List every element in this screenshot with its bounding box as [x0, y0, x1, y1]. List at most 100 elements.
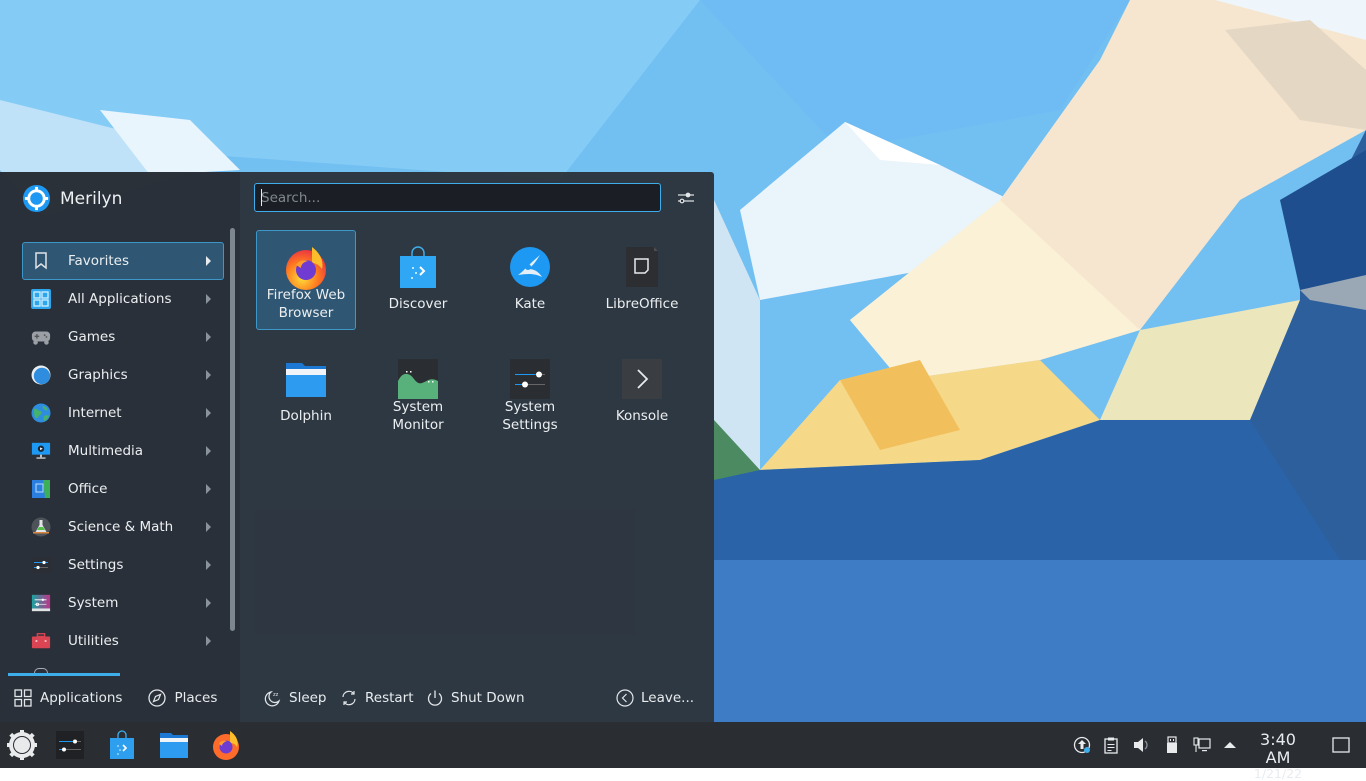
office-icon: [31, 479, 51, 499]
category-science-math[interactable]: Science & Math: [22, 508, 224, 546]
dolphin-folder-icon: [286, 363, 326, 397]
category-graphics[interactable]: Graphics: [22, 356, 224, 394]
show-desktop-icon[interactable]: [1331, 735, 1351, 755]
app-label: Dolphin: [280, 408, 332, 424]
clipboard-icon[interactable]: [1102, 736, 1120, 754]
active-tab-indicator: [8, 673, 120, 676]
launcher-tab-bar: Applications Places: [0, 678, 240, 718]
restart-icon: [342, 690, 356, 706]
category-utilities[interactable]: Utilities: [22, 622, 224, 660]
removable-device-icon[interactable]: [1163, 736, 1181, 754]
category-label: Favorites: [68, 253, 129, 269]
app-label: Kate: [514, 296, 546, 312]
kate-icon: [510, 247, 550, 287]
chevron-right-icon: [206, 484, 211, 494]
category-label: Multimedia: [68, 443, 144, 459]
restart-label: Restart: [365, 690, 414, 706]
user-name: Merilyn: [60, 188, 123, 209]
configure-filter-icon[interactable]: [676, 188, 696, 208]
sleep-button[interactable]: zz Sleep: [264, 678, 327, 718]
tab-places[interactable]: Places: [148, 689, 217, 707]
taskbar-discover-icon[interactable]: [106, 729, 138, 761]
chevron-right-icon: [206, 522, 211, 532]
system-monitor-icon: [398, 359, 438, 399]
app-label: LibreOffice: [605, 296, 679, 312]
kde-logo-icon: [22, 184, 51, 213]
text-cursor: [261, 189, 262, 206]
tab-label: Applications: [40, 690, 123, 706]
firefox-icon: [286, 247, 326, 290]
tab-label: Places: [174, 690, 218, 706]
gamepad-icon: [31, 327, 51, 347]
chevron-right-icon: [206, 446, 211, 456]
app-system-monitor[interactable]: System Monitor: [368, 342, 468, 442]
leave-button[interactable]: Leave...: [616, 678, 694, 718]
power-icon: [427, 690, 443, 706]
network-wired-icon[interactable]: [1193, 736, 1211, 754]
app-libreoffice[interactable]: LibreOffice: [592, 230, 692, 330]
category-multimedia[interactable]: Multimedia: [22, 432, 224, 470]
taskbar-firefox-icon[interactable]: [210, 729, 242, 761]
launcher-sidebar: Merilyn Favorites All Applications Games…: [0, 172, 240, 722]
clock-time: 3:40 AM: [1260, 730, 1296, 767]
tab-applications[interactable]: Applications: [14, 689, 122, 707]
digital-clock[interactable]: 3:40 AM 1/21/22: [1246, 731, 1310, 781]
restart-button[interactable]: Restart: [340, 678, 414, 718]
volume-icon[interactable]: [1132, 736, 1150, 754]
system-settings-icon: [510, 359, 550, 399]
application-launcher-menu: Merilyn Favorites All Applications Games…: [0, 172, 714, 722]
leave-chevron-icon: [616, 689, 634, 707]
category-label: Utilities: [68, 633, 119, 649]
sleep-label: Sleep: [289, 690, 327, 706]
category-scrollbar[interactable]: [230, 228, 235, 631]
category-label: Graphics: [68, 367, 128, 383]
bookmark-icon: [31, 251, 51, 271]
leave-label: Leave...: [641, 690, 695, 706]
app-discover[interactable]: Discover: [368, 230, 468, 330]
libreoffice-icon: [626, 247, 658, 287]
system-icon: [31, 593, 51, 613]
search-input[interactable]: [254, 183, 661, 212]
clock-date: 1/21/22: [1253, 766, 1303, 781]
grid-icon: [31, 289, 51, 309]
app-label: Konsole: [615, 408, 669, 424]
category-games[interactable]: Games: [22, 318, 224, 356]
chevron-right-icon: [206, 560, 211, 570]
chevron-right-icon: [206, 294, 211, 304]
app-dolphin[interactable]: Dolphin: [256, 342, 356, 442]
taskbar-dolphin-icon[interactable]: [158, 729, 190, 761]
app-kate[interactable]: Kate: [480, 230, 580, 330]
chevron-right-icon: [206, 370, 211, 380]
sleep-moon-icon: zz: [264, 690, 281, 707]
graphics-icon: [31, 365, 51, 385]
app-label: System Settings: [502, 399, 558, 433]
toolbox-icon: [31, 631, 51, 651]
chevron-right-icon: [206, 256, 211, 266]
category-office[interactable]: Office: [22, 470, 224, 508]
application-launcher-button[interactable]: [6, 729, 38, 761]
category-label: Settings: [68, 557, 124, 573]
category-label: Internet: [68, 405, 122, 421]
category-all-applications[interactable]: All Applications: [22, 280, 224, 318]
taskbar-system-settings-icon[interactable]: [54, 729, 86, 761]
update-notifier-icon[interactable]: [1073, 736, 1091, 754]
shutdown-label: Shut Down: [451, 690, 525, 706]
chevron-right-icon: [206, 636, 211, 646]
app-system-settings[interactable]: System Settings: [480, 342, 580, 442]
category-settings[interactable]: Settings: [22, 546, 224, 584]
category-label: Science & Math: [68, 519, 174, 535]
shutdown-button[interactable]: Shut Down: [426, 678, 525, 718]
app-firefox[interactable]: Firefox Web Browser: [256, 230, 356, 330]
app-konsole[interactable]: Konsole: [592, 342, 692, 442]
user-header: Merilyn: [22, 184, 122, 213]
app-label: Firefox Web Browser: [266, 287, 346, 321]
chevron-right-icon: [206, 598, 211, 608]
category-label: Games: [68, 329, 116, 345]
multimedia-icon: [31, 441, 51, 461]
category-favorites[interactable]: Favorites: [22, 242, 224, 280]
expand-tray-arrow-icon[interactable]: [1221, 736, 1239, 754]
category-system[interactable]: System: [22, 584, 224, 622]
category-label: System: [68, 595, 119, 611]
category-label: All Applications: [68, 291, 172, 307]
category-internet[interactable]: Internet: [22, 394, 224, 432]
